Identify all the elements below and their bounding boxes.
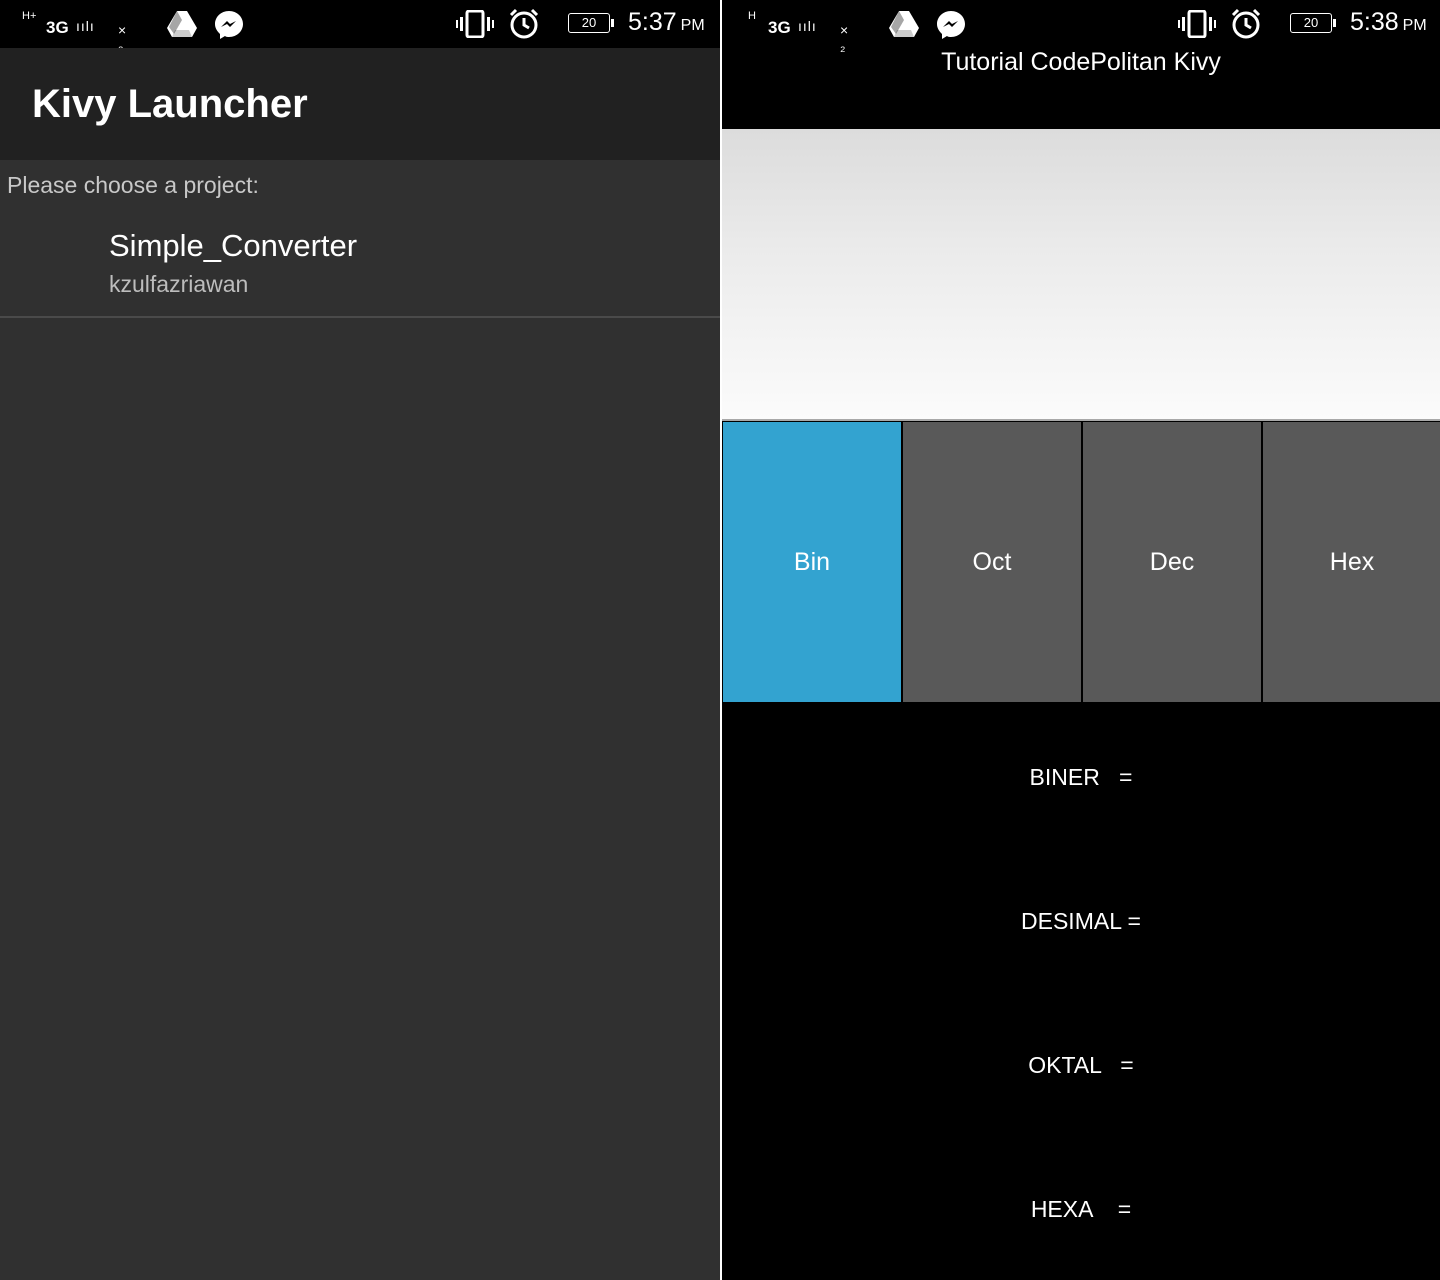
status-bar: H+ 3G ıılı × ₂ 20 5:37 PM	[0, 0, 720, 54]
number-input[interactable]	[722, 129, 1440, 421]
clock: 5:37 PM	[628, 8, 705, 36]
page-title: Kivy Launcher	[32, 82, 308, 126]
octal-result: OKTAL =	[1028, 1052, 1134, 1078]
dec-button[interactable]: Dec	[1083, 422, 1261, 702]
clock: 5:38 PM	[1350, 8, 1427, 36]
hexa-result: HEXA =	[1030, 1196, 1132, 1222]
vibrate-icon	[1178, 9, 1216, 43]
project-author: kzulfazriawan	[109, 271, 249, 297]
drive-icon	[166, 10, 198, 43]
alarm-icon	[508, 8, 540, 45]
oct-button[interactable]: Oct	[903, 422, 1081, 702]
messenger-icon	[214, 10, 244, 45]
app-bar: Kivy Launcher	[0, 48, 720, 160]
hex-button[interactable]: Hex	[1263, 422, 1440, 702]
list-divider	[0, 316, 720, 318]
vibrate-icon	[456, 9, 494, 43]
choose-project-label: Please choose a project:	[7, 172, 259, 198]
alarm-icon	[1230, 8, 1262, 45]
decimal-result: DESIMAL =	[1021, 908, 1141, 934]
binary-result: BINER =	[1029, 764, 1133, 790]
drive-icon	[888, 10, 920, 43]
project-list-item[interactable]: Simple_Converter kzulfazriawan	[0, 214, 720, 316]
status-bar: H 3G ıılı × ₂ 20 5:38 PM	[722, 0, 1440, 54]
battery-icon: 20	[568, 13, 614, 33]
converter-app-screen: H 3G ıılı × ₂ 20 5:38PM Tutorial CodePo	[722, 0, 1440, 1280]
project-name: Simple_Converter	[109, 228, 358, 263]
app-title: Tutorial CodePolitan Kivy	[941, 48, 1221, 76]
bin-button[interactable]: Bin	[723, 422, 901, 702]
messenger-icon	[936, 10, 966, 45]
battery-icon: 20	[1290, 13, 1336, 33]
kivy-launcher-screen: H+ 3G ıılı × ₂ 20 5:37 PM Kivy Launcher …	[0, 0, 720, 1280]
